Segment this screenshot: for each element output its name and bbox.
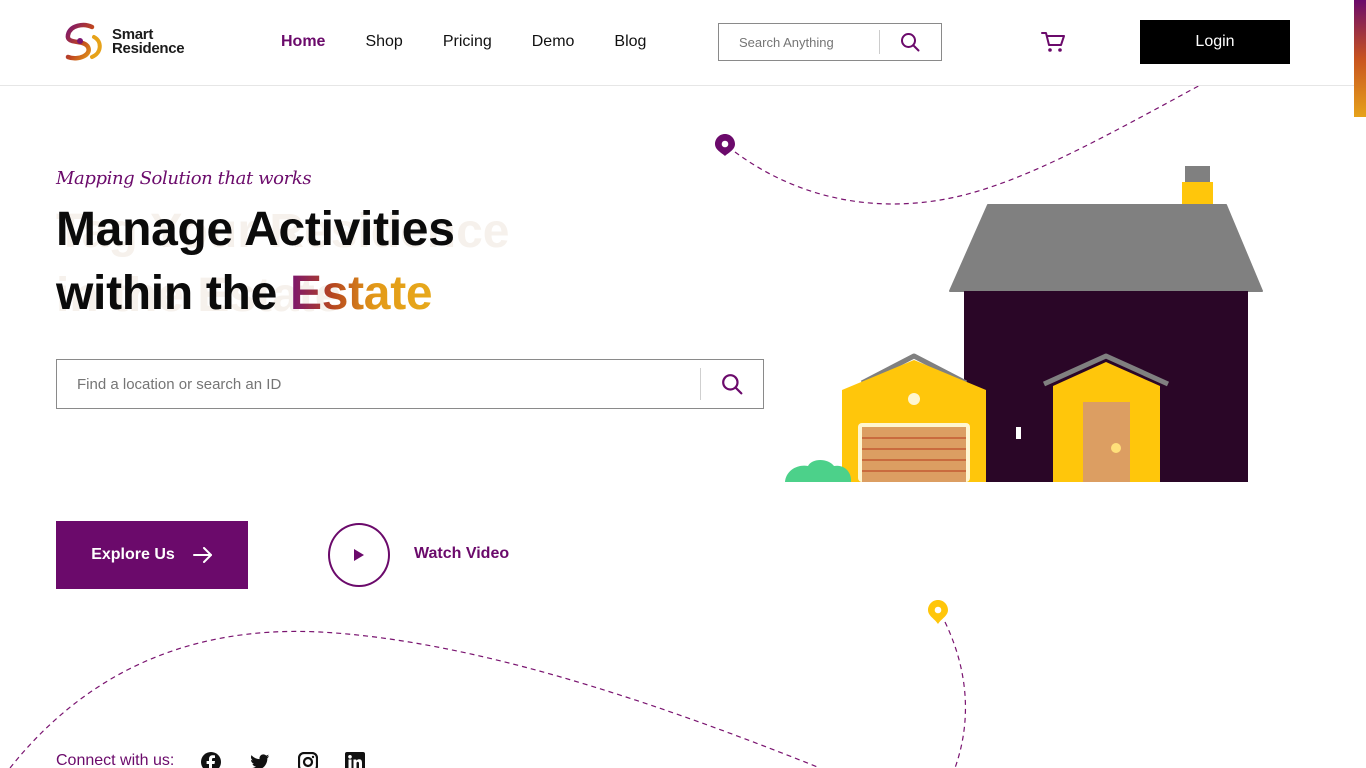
instagram-link[interactable] xyxy=(298,752,318,768)
accent-strip xyxy=(1354,0,1366,117)
cart-icon xyxy=(1041,32,1065,52)
connect-label: Connect with us: xyxy=(56,752,175,768)
header-search-button[interactable] xyxy=(880,24,941,60)
explore-us-label: Explore Us xyxy=(91,546,175,563)
hero-title-line-1: Manage Activities xyxy=(56,203,455,256)
login-button[interactable]: Login xyxy=(1140,20,1290,64)
twitter-link[interactable] xyxy=(250,752,270,768)
hero-title-highlight: Estate xyxy=(290,267,433,320)
brand-name: Smart Residence xyxy=(112,27,185,57)
arrow-right-icon xyxy=(192,547,212,563)
play-video-button[interactable] xyxy=(328,523,390,587)
linkedin-link[interactable] xyxy=(345,752,365,768)
hero-title-line-2: within the Estate xyxy=(56,262,455,326)
header-search xyxy=(718,23,942,61)
hero-title-prefix: within the xyxy=(56,267,291,320)
site-header: Smart Residence Home Shop Pricing Demo B… xyxy=(0,0,1366,86)
hero-tagline: Mapping Solution that works xyxy=(56,168,312,189)
brand-line-2: Residence xyxy=(112,40,185,57)
nav-item-home[interactable]: Home xyxy=(281,32,325,52)
main-nav: Home Shop Pricing Demo Blog xyxy=(281,32,686,52)
search-icon xyxy=(901,33,920,52)
facebook-link[interactable] xyxy=(201,752,221,768)
hero-title: Manage Activities within the Estate xyxy=(56,198,455,326)
header-search-input[interactable] xyxy=(719,24,879,60)
explore-us-button[interactable]: Explore Us xyxy=(56,521,248,589)
play-icon xyxy=(354,549,364,561)
location-search-input[interactable] xyxy=(57,360,700,408)
linkedin-icon xyxy=(345,752,365,768)
facebook-icon xyxy=(201,752,221,768)
twitter-icon xyxy=(251,754,270,768)
instagram-icon xyxy=(298,752,318,768)
location-search xyxy=(56,359,764,409)
logo-mark-icon xyxy=(65,22,102,61)
search-icon xyxy=(722,374,743,395)
nav-item-blog[interactable]: Blog xyxy=(614,32,646,52)
nav-item-demo[interactable]: Demo xyxy=(532,32,575,52)
nav-item-shop[interactable]: Shop xyxy=(365,32,402,52)
watch-video-link[interactable]: Watch Video xyxy=(414,545,509,563)
nav-item-pricing[interactable]: Pricing xyxy=(443,32,492,52)
cart-button[interactable] xyxy=(1040,30,1066,54)
location-search-button[interactable] xyxy=(701,360,763,408)
brand-logo[interactable]: Smart Residence xyxy=(62,20,192,64)
